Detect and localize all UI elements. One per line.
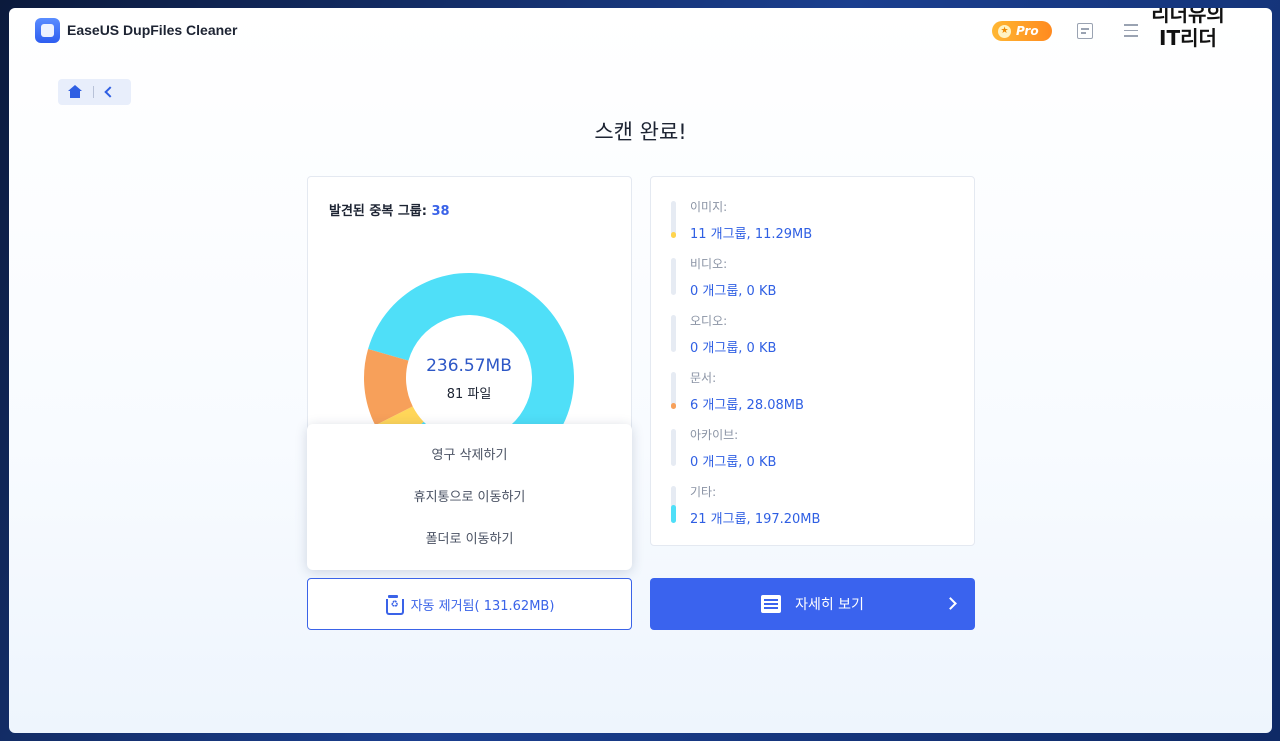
view-details-button[interactable]: 자세히 보기: [650, 578, 975, 630]
category-value: 6 개그룹, 28.08MB: [690, 398, 804, 413]
category-name: 기타:: [690, 485, 717, 499]
recycle-bin-icon: [385, 595, 404, 615]
chevron-right-icon: [944, 597, 957, 610]
navigation-bar: [58, 79, 131, 105]
category-name: 오디오:: [690, 314, 728, 328]
category-list-card: 이미지: 11 개그룹, 11.29MB 비디오: 0 개그룹, 0 KB 오디…: [650, 176, 975, 546]
pro-upgrade-badge[interactable]: ★ Pro: [992, 21, 1052, 41]
groups-label: 발견된 중복 그룹:: [329, 204, 432, 219]
view-details-label: 자세히 보기: [795, 597, 864, 613]
menu-item-move-to-trash[interactable]: 휴지통으로 이동하기: [307, 480, 632, 516]
back-arrow-icon[interactable]: [104, 86, 116, 98]
app-logo-icon: [35, 18, 60, 43]
category-value: 11 개그룹, 11.29MB: [690, 227, 813, 242]
list-icon: [761, 595, 782, 613]
category-item-document: 문서: 6 개그룹, 28.08MB: [671, 369, 961, 417]
channel-watermark-logo: 리더유의 IT리더: [1151, 8, 1225, 50]
category-bar: [671, 486, 676, 523]
auto-remove-button[interactable]: 자동 제거됨( 131.62MB): [307, 578, 632, 630]
groups-count: 38: [431, 204, 450, 219]
category-bar-fill: [671, 504, 676, 523]
home-icon[interactable]: [68, 85, 82, 99]
category-name: 비디오:: [690, 257, 728, 271]
category-value: 0 개그룹, 0 KB: [690, 341, 777, 356]
category-item-other: 기타: 21 개그룹, 197.20MB: [671, 483, 961, 531]
menu-icon[interactable]: [1124, 24, 1138, 37]
total-size: 236.57MB: [426, 356, 512, 376]
category-bar-fill: [671, 232, 676, 238]
menu-item-permanent-delete[interactable]: 영구 삭제하기: [307, 438, 632, 474]
category-bar-fill: [671, 403, 676, 409]
nav-divider: [93, 86, 94, 98]
duplicate-groups-summary: 발견된 중복 그룹: 38: [329, 200, 450, 219]
category-value: 0 개그룹, 0 KB: [690, 455, 777, 470]
app-window: EaseUS DupFiles Cleaner ★ Pro 리더유의 IT리더 스…: [9, 8, 1272, 733]
category-item-image: 이미지: 11 개그룹, 11.29MB: [671, 198, 961, 246]
category-item-video: 비디오: 0 개그룹, 0 KB: [671, 255, 961, 303]
category-value: 21 개그룹, 197.20MB: [690, 512, 821, 527]
app-title: EaseUS DupFiles Cleaner: [67, 22, 238, 38]
category-item-audio: 오디오: 0 개그룹, 0 KB: [671, 312, 961, 360]
category-bar: [671, 429, 676, 466]
page-title: 스캔 완료!: [594, 120, 687, 144]
category-bar: [671, 315, 676, 352]
star-icon: ★: [998, 24, 1011, 38]
summary-card: 발견된 중복 그룹: 38 236.57MB 81 파일: [307, 176, 632, 483]
menu-item-move-to-folder[interactable]: 폴더로 이동하기: [307, 522, 632, 558]
remove-options-dropdown: 영구 삭제하기 휴지통으로 이동하기 폴더로 이동하기: [307, 424, 632, 570]
feedback-icon[interactable]: [1077, 23, 1093, 39]
pro-label: Pro: [1016, 24, 1039, 38]
category-item-archive: 아카이브: 0 개그룹, 0 KB: [671, 426, 961, 474]
category-bar: [671, 258, 676, 295]
category-bar: [671, 201, 676, 238]
category-name: 문서:: [690, 371, 717, 385]
title-bar: EaseUS DupFiles Cleaner ★ Pro 리더유의 IT리더: [9, 8, 1272, 54]
category-name: 이미지:: [690, 200, 728, 214]
total-files: 81 파일: [446, 387, 492, 402]
category-name: 아카이브:: [690, 428, 739, 442]
category-bar: [671, 372, 676, 409]
category-value: 0 개그룹, 0 KB: [690, 284, 777, 299]
auto-remove-label: 자동 제거됨( 131.62MB): [410, 598, 555, 614]
